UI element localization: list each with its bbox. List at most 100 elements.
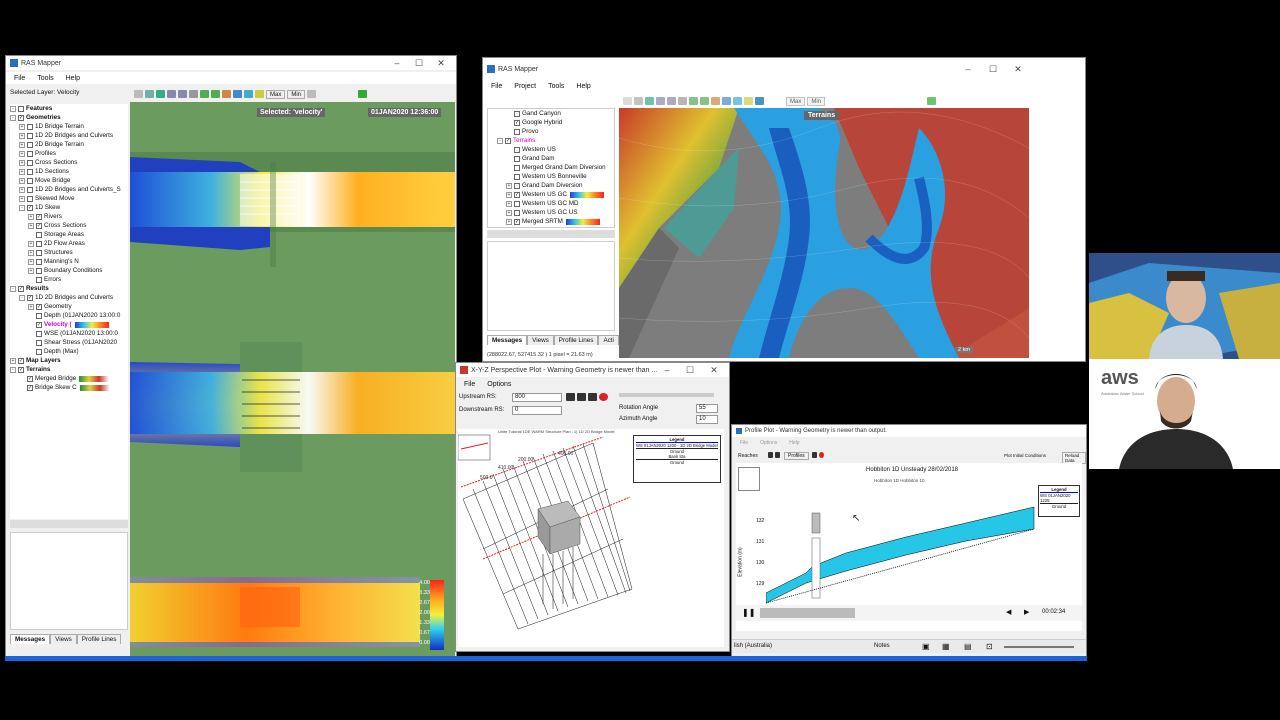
tab-profile-lines[interactable]: Profile Lines — [76, 634, 122, 644]
expand-toggle-icon[interactable]: + — [19, 150, 25, 157]
prev-icon[interactable]: ◀ — [1006, 608, 1011, 616]
tree-item[interactable]: Shear Stress (01JAN2020 — [10, 338, 128, 347]
tree-item[interactable]: + Grand Dam Diversion — [488, 181, 614, 190]
expand-toggle-icon[interactable]: - — [10, 105, 16, 112]
layer-icon[interactable] — [222, 90, 231, 98]
tree-item[interactable]: + Cross Sections — [10, 158, 128, 167]
reaches-button[interactable]: Reaches — [738, 453, 758, 459]
layer-checkbox[interactable] — [27, 195, 33, 202]
expand-toggle-icon[interactable]: + — [28, 267, 34, 274]
tree-item[interactable]: Errors — [10, 275, 128, 284]
expand-toggle-icon[interactable]: + — [19, 186, 25, 193]
expand-toggle-icon[interactable]: + — [10, 357, 16, 364]
expand-toggle-icon[interactable]: + — [19, 141, 25, 148]
slider-icon[interactable] — [307, 90, 317, 98]
tree-item[interactable]: WSE (01JAN2020 13:00:0 — [10, 329, 128, 338]
tree-item[interactable]: - ✓ Geometries — [10, 113, 128, 122]
expand-toggle-icon[interactable]: + — [28, 249, 34, 256]
layer-checkbox[interactable] — [514, 146, 520, 153]
tree-item[interactable]: + Structures — [10, 248, 128, 257]
play-icon[interactable] — [812, 452, 817, 458]
full-extent-icon[interactable] — [189, 90, 198, 98]
layer-checkbox[interactable]: ✓ — [27, 384, 33, 391]
web-icon[interactable] — [755, 97, 764, 105]
slideshow-icon[interactable]: ⊡ — [986, 642, 993, 651]
tree-item[interactable]: + Move Bridge — [10, 176, 128, 185]
record-icon[interactable] — [819, 452, 824, 458]
tree-scrollbar[interactable] — [10, 520, 128, 528]
layer-checkbox[interactable]: ✓ — [27, 375, 33, 382]
expand-toggle-icon[interactable]: - — [497, 137, 503, 144]
expand-toggle-icon[interactable]: + — [506, 191, 512, 198]
layer-checkbox[interactable] — [18, 105, 24, 112]
layer-icon[interactable] — [711, 97, 720, 105]
tree-item[interactable]: + ✓ Western US GC — [488, 190, 614, 199]
layer-checkbox[interactable] — [27, 123, 33, 130]
expand-toggle-icon[interactable]: - — [10, 285, 16, 292]
tab-profile-lines[interactable]: Profile Lines — [553, 335, 599, 345]
max-button[interactable]: Max — [266, 89, 286, 99]
menu-options[interactable]: Options — [487, 381, 511, 388]
full-extent-icon[interactable] — [678, 97, 687, 105]
zoom-slider[interactable] — [1004, 646, 1074, 648]
tree-item[interactable]: ✓ Merged Bridge — [10, 374, 128, 383]
pause-icon[interactable]: ❚❚ — [742, 608, 755, 617]
expand-toggle-icon[interactable]: + — [19, 132, 25, 139]
tree-item[interactable]: + ✓ Rivers — [10, 212, 128, 221]
layer-checkbox[interactable]: ✓ — [36, 222, 42, 229]
maximize-button[interactable]: ☐ — [986, 64, 1000, 74]
play-icon[interactable] — [588, 393, 597, 401]
edit-icon[interactable] — [255, 90, 264, 98]
layer-checkbox[interactable]: ✓ — [27, 204, 33, 211]
plot-initial-checkbox[interactable]: Plot Initial Conditions — [1004, 453, 1046, 458]
layer-checkbox[interactable] — [514, 164, 520, 171]
layer-checkbox[interactable] — [36, 276, 42, 283]
expand-toggle-icon[interactable]: + — [28, 303, 34, 310]
expand-toggle-icon[interactable]: + — [506, 200, 512, 207]
expand-toggle-icon[interactable]: + — [506, 209, 512, 216]
play-icon[interactable] — [927, 97, 937, 105]
min-button[interactable]: Min — [287, 89, 306, 99]
tree-item[interactable]: +2D Bridge Terrain — [10, 140, 128, 149]
back-icon[interactable] — [689, 97, 698, 105]
record-icon[interactable] — [599, 393, 608, 401]
maximize-button[interactable]: ☐ — [412, 58, 426, 68]
pointer-icon[interactable] — [134, 90, 143, 98]
tree-item[interactable]: - ✓ 1D 2D Bridges and Culverts — [10, 293, 128, 302]
layer-checkbox[interactable] — [36, 249, 42, 256]
layer-checkbox[interactable] — [36, 258, 42, 265]
tree-item[interactable]: Merged Grand Dam Diversion — [488, 163, 614, 172]
zoom-out-icon[interactable] — [178, 90, 187, 98]
layer-checkbox[interactable] — [27, 186, 33, 193]
tree-item[interactable]: Depth (Max) — [10, 347, 128, 356]
layer-checkbox[interactable] — [36, 267, 42, 274]
tree-item[interactable]: Storage Areas — [10, 230, 128, 239]
zoom-out-icon[interactable] — [667, 97, 676, 105]
layer-checkbox[interactable] — [514, 128, 520, 135]
tab-messages[interactable]: Messages — [487, 335, 528, 345]
layer-checkbox[interactable] — [36, 348, 42, 355]
layer-checkbox[interactable]: ✓ — [18, 114, 24, 121]
layer-checkbox[interactable] — [36, 339, 42, 346]
normal-view-icon[interactable]: ▣ — [922, 642, 930, 651]
tree-item[interactable]: + Skewed Move — [10, 194, 128, 203]
pan-icon[interactable] — [634, 97, 643, 105]
expand-toggle-icon[interactable]: + — [19, 168, 25, 175]
layer-checkbox[interactable]: ✓ — [505, 137, 511, 144]
step-down-icon[interactable] — [566, 393, 575, 401]
layer-checkbox[interactable]: ✓ — [514, 218, 520, 225]
expand-toggle-icon[interactable]: + — [28, 222, 34, 229]
menu-file[interactable]: File — [740, 440, 748, 446]
layer-checkbox[interactable] — [514, 200, 520, 207]
maximize-button[interactable]: ☐ — [683, 365, 697, 375]
tree-item[interactable]: - ✓ Results — [10, 284, 128, 293]
expand-toggle-icon[interactable]: + — [19, 123, 25, 130]
expand-toggle-icon[interactable]: + — [506, 182, 512, 189]
tree-item[interactable]: Provo — [488, 127, 614, 136]
layer-checkbox[interactable] — [514, 173, 520, 180]
layer-checkbox[interactable]: ✓ — [18, 357, 24, 364]
table-icon[interactable] — [233, 90, 242, 98]
layer-checkbox[interactable] — [514, 155, 520, 162]
expand-toggle-icon[interactable]: + — [19, 195, 25, 202]
layer-checkbox[interactable]: ✓ — [36, 303, 42, 310]
